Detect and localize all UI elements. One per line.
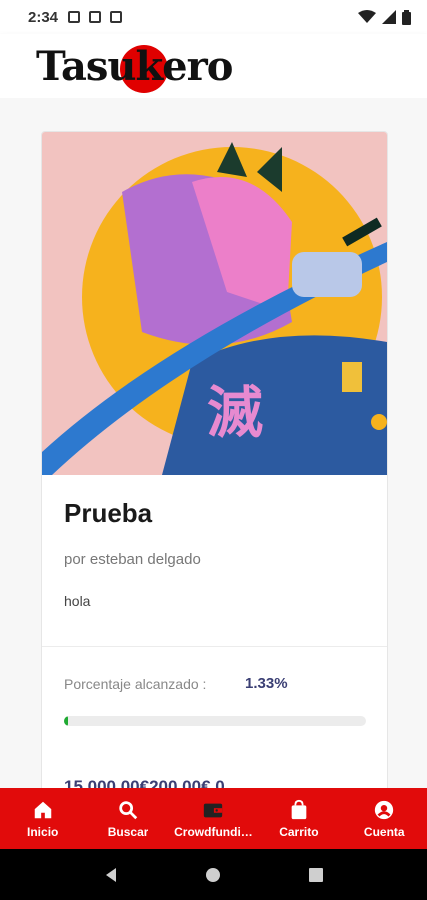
nav-inicio-label: Inicio <box>27 824 59 839</box>
funding-progress-bar <box>64 716 366 726</box>
wallet-icon <box>204 803 223 817</box>
back-icon[interactable] <box>102 866 120 884</box>
nav-cuenta-label: Cuenta <box>363 824 405 839</box>
card-divider <box>42 646 387 647</box>
main-content[interactable]: 滅 Prueba por esteban delgado hola Porcen… <box>0 98 427 788</box>
shopping-bag-icon <box>291 799 307 819</box>
project-card[interactable]: 滅 Prueba por esteban delgado hola Porcen… <box>41 131 388 788</box>
nav-carrito[interactable]: Carrito <box>256 799 341 839</box>
status-time: 2:34 <box>28 8 59 26</box>
status-right <box>358 9 411 25</box>
wifi-icon <box>358 10 376 23</box>
funding-progress-fill <box>64 716 69 726</box>
logo-text: Tasukero <box>36 42 233 90</box>
project-author: por esteban delgado <box>64 551 201 568</box>
project-description: hola <box>64 593 91 609</box>
system-navigation-bar <box>0 849 427 900</box>
recents-icon[interactable] <box>307 866 325 884</box>
nav-carrito-label: Carrito <box>279 824 319 839</box>
project-title: Prueba <box>64 498 153 528</box>
logo-text-left: Tas <box>36 42 108 90</box>
bottom-navigation: Inicio Buscar Crowdfundi… Carrito Cuenta <box>0 788 427 849</box>
shield-icon <box>110 11 123 23</box>
percent-label: Porcentaje alcanzado : <box>64 676 207 692</box>
nav-inicio[interactable]: Inicio <box>0 799 85 839</box>
nav-buscar-label: Buscar <box>107 824 149 839</box>
status-bar: 2:34 <box>0 0 427 34</box>
nav-crowdfunding[interactable]: Crowdfundi… <box>171 799 256 839</box>
battery-icon <box>402 9 411 25</box>
home-circle-icon[interactable] <box>204 866 222 884</box>
funding-amounts: 15.000,00€200,00€ 0 <box>64 777 225 788</box>
notification-a-icon <box>68 11 81 23</box>
nav-crowdfunding-label: Crowdfundi… <box>174 824 253 839</box>
nav-buscar[interactable]: Buscar <box>86 799 171 839</box>
logo-text-mid: uk <box>107 42 163 90</box>
logo-text-right: ero <box>162 42 233 90</box>
svg-text:滅: 滅 <box>207 381 263 446</box>
search-icon <box>119 800 138 819</box>
signal-icon <box>382 10 396 24</box>
home-icon <box>34 801 51 818</box>
account-circle-icon <box>375 800 394 819</box>
tasukero-logo[interactable]: Tasukero <box>36 42 233 93</box>
app-header: Tasukero <box>0 34 427 98</box>
sd-card-icon <box>89 11 102 23</box>
project-image[interactable]: 滅 <box>42 132 387 475</box>
percent-value: 1.33% <box>245 675 288 692</box>
nav-cuenta[interactable]: Cuenta <box>342 799 427 839</box>
